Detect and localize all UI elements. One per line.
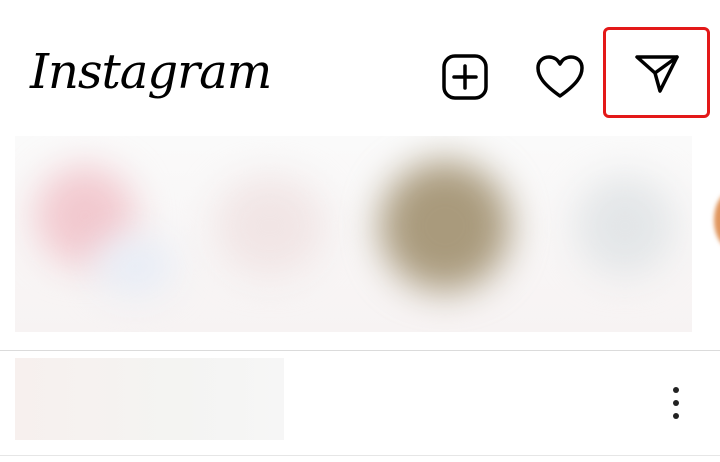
story-avatar-partial[interactable] (714, 190, 720, 250)
heart-icon (536, 55, 584, 98)
more-vertical-icon (673, 387, 679, 419)
activity-button[interactable] (532, 50, 588, 104)
post-divider (0, 455, 720, 456)
plus-square-icon (442, 54, 488, 100)
story-avatar[interactable] (380, 161, 510, 291)
story-avatar[interactable] (95, 236, 175, 296)
story-avatar[interactable] (575, 176, 675, 276)
post-options-button[interactable] (660, 383, 692, 423)
stories-tray[interactable] (15, 136, 692, 332)
paper-plane-icon (634, 54, 679, 93)
post-author-header[interactable] (15, 358, 284, 440)
top-app-bar: Instagram (0, 0, 720, 130)
feed-divider (0, 350, 720, 351)
instagram-logo: Instagram (30, 44, 272, 100)
direct-messages-button[interactable] (603, 27, 710, 118)
story-avatar[interactable] (215, 176, 325, 276)
new-post-button[interactable] (438, 50, 492, 104)
